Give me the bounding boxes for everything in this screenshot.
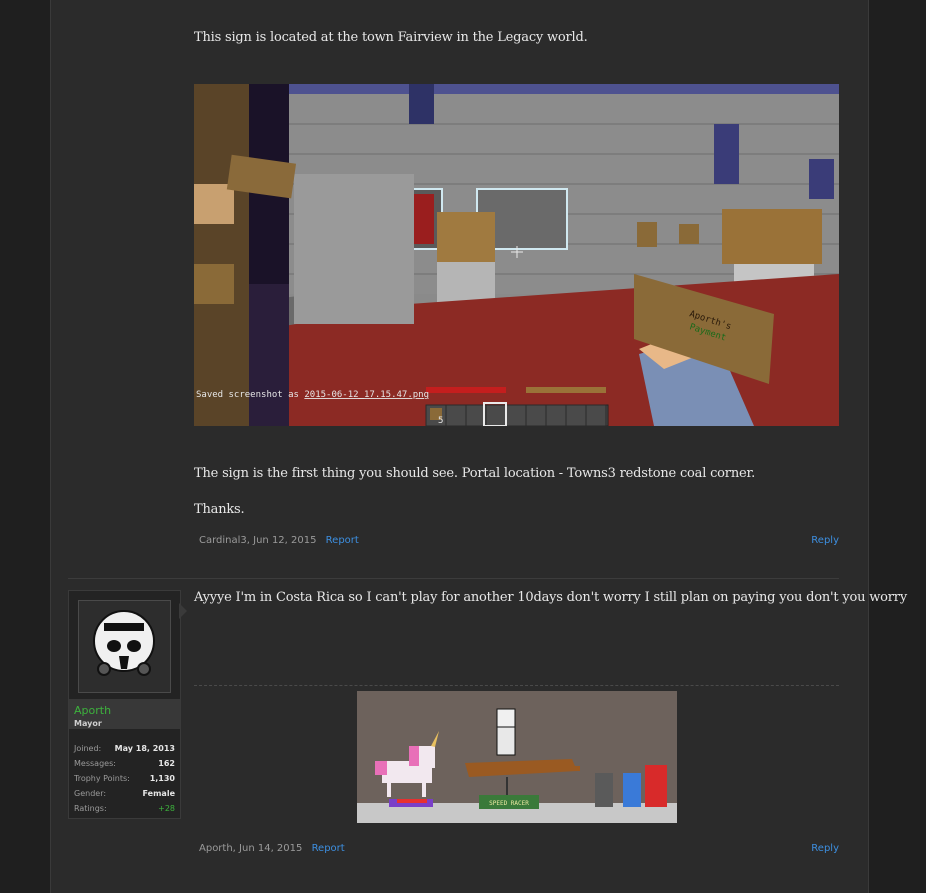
stat-gender: Gender: Female	[74, 789, 175, 798]
post2-report-link[interactable]: Report	[312, 843, 345, 854]
user-title: Mayor	[74, 719, 102, 728]
stat-ratings: Ratings: +28	[74, 804, 175, 813]
post1-reply-link[interactable]: Reply	[811, 535, 839, 546]
post1-report-link[interactable]: Report	[326, 535, 359, 546]
minecraft-screenshot[interactable]: Aporth's Payment 5 Saved screenshot as 2…	[194, 84, 839, 426]
signature-divider	[194, 685, 839, 686]
post1-meta: Cardinal3, Jun 12, 2015 Report	[199, 535, 359, 546]
stormtrooper-avatar-icon	[93, 610, 155, 676]
post2-meta: Aporth, Jun 14, 2015 Report	[199, 843, 345, 854]
post2-reply-link[interactable]: Reply	[811, 843, 839, 854]
speed-racer-sign: SPEED RACER	[489, 800, 529, 807]
stat-joined: Joined: May 18, 2013	[74, 744, 175, 753]
post1-text-2: The sign is the first thing you should s…	[194, 466, 756, 481]
post-divider	[68, 578, 839, 579]
post1-text-3: Thanks.	[194, 502, 245, 517]
post2-author-date[interactable]: Aporth, Jun 14, 2015	[199, 843, 302, 854]
username[interactable]: Aporth	[74, 704, 111, 717]
user-stats: Joined: May 18, 2013 Messages: 162 Trophy …	[74, 741, 175, 816]
post2-text-1: Ayyye I'm in Costa Rica so I can't play …	[194, 590, 907, 605]
hud-message: Saved screenshot as 2015-06-12_17.15.47.…	[196, 390, 429, 400]
post1-author-date[interactable]: Cardinal3, Jun 12, 2015	[199, 535, 316, 546]
stat-trophy-points: Trophy Points: 1,130	[74, 774, 175, 783]
post1-text-1: This sign is located at the town Fairvie…	[194, 30, 588, 45]
avatar[interactable]	[78, 600, 171, 693]
user-card: Aporth Mayor Joined: May 18, 2013 Message…	[68, 590, 187, 819]
signature-image[interactable]: SPEED RACER	[357, 691, 677, 823]
hotbar-count: 5	[438, 416, 443, 426]
stat-messages: Messages: 162	[74, 759, 175, 768]
avatar-arrow	[179, 603, 187, 619]
